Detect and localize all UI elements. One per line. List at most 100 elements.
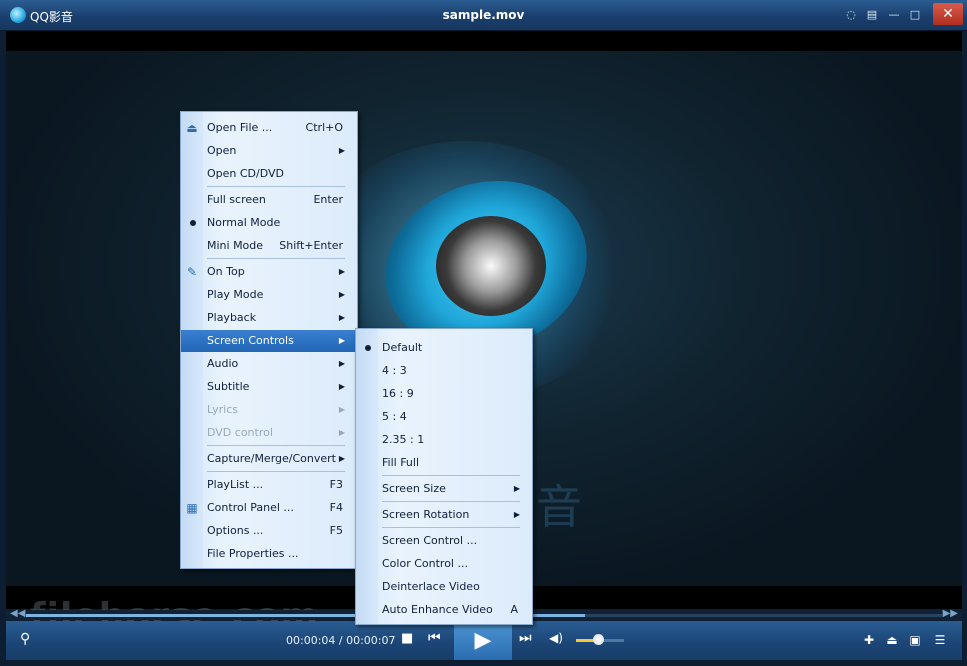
menu-item-label: Screen Control ... — [382, 534, 478, 547]
menu-item-label: 2.35 : 1 — [382, 433, 425, 446]
menu-item-playlist[interactable]: PlayList ... F3 — [181, 474, 355, 496]
submenu-arrow-icon: ▶ — [338, 428, 345, 437]
radio-checked-icon — [190, 220, 196, 226]
menu-item-shortcut: Shift+Enter — [279, 239, 343, 252]
reel-hub-image — [436, 216, 546, 316]
menu-item-subtitle[interactable]: Subtitle ▶ — [181, 376, 355, 398]
screen-controls-submenu: Default 4 : 3 16 : 9 5 : 4 2.35 : 1 Fill Full… — [355, 328, 533, 625]
volume-icon[interactable]: ◀) — [549, 631, 563, 645]
menu-item-dvd-control: DVD control ▶ — [181, 422, 355, 444]
menu-separator — [382, 527, 520, 528]
menu-item-play-mode[interactable]: Play Mode ▶ — [181, 284, 355, 306]
menu-item-control-panel[interactable]: ▦ Control Panel ... F4 — [181, 497, 355, 519]
submenu-arrow-icon: ▶ — [513, 510, 520, 519]
menu-item-mini-mode[interactable]: Mini Mode Shift+Enter — [181, 235, 355, 257]
window-title: sample.mov — [442, 8, 525, 22]
footprint-icon[interactable]: ⚲ — [20, 631, 30, 647]
menu-item-playback[interactable]: Playback ▶ — [181, 307, 355, 329]
menu-item-16-9[interactable]: 16 : 9 — [356, 383, 530, 405]
chat-icon[interactable]: ◌ — [842, 6, 860, 24]
menu-item-label: Subtitle — [207, 380, 250, 393]
maximize-icon[interactable]: □ — [906, 6, 924, 24]
menu-separator — [207, 186, 345, 187]
seek-forward-icon[interactable]: ▶▶ — [943, 608, 958, 619]
menu-item-normal-mode[interactable]: Normal Mode — [181, 212, 355, 234]
menu-separator — [382, 501, 520, 502]
letterbox-top — [6, 31, 962, 51]
menu-item-label: Normal Mode — [207, 216, 281, 229]
menu-item-label: Screen Rotation — [382, 508, 470, 521]
menu-item-label: Screen Size — [382, 482, 446, 495]
time-display: 00:00:04 / 00:00:07 — [286, 634, 396, 647]
menu-item-2-35-1[interactable]: 2.35 : 1 — [356, 429, 530, 451]
playlist-icon[interactable]: ☰ — [931, 631, 949, 649]
menu-item-shortcut: F5 — [329, 524, 343, 537]
menu-item-screen-controls[interactable]: Screen Controls ▶ — [181, 330, 355, 352]
menu-item-screen-size[interactable]: Screen Size ▶ — [356, 478, 530, 500]
menu-item-screen-control[interactable]: Screen Control ... — [356, 530, 530, 552]
menu-item-label: Open CD/DVD — [207, 167, 285, 180]
menu-item-auto-enhance-video[interactable]: Auto Enhance Video A — [356, 599, 530, 621]
close-icon[interactable]: ✕ — [933, 3, 963, 25]
menu-item-label: Deinterlace Video — [382, 580, 480, 593]
screenshot-icon[interactable]: ▣ — [906, 631, 924, 649]
menu-item-5-4[interactable]: 5 : 4 — [356, 406, 530, 428]
menu-item-options[interactable]: Options ... F5 — [181, 520, 355, 542]
menu-item-default[interactable]: Default — [356, 337, 530, 359]
menu-item-label: 16 : 9 — [382, 387, 414, 400]
menu-separator — [207, 258, 345, 259]
menu-item-label: 4 : 3 — [382, 364, 407, 377]
eject-icon[interactable]: ⏏ — [883, 631, 901, 649]
menu-item-label: Control Panel ... — [207, 501, 294, 514]
menu-item-label: On Top — [207, 265, 245, 278]
next-button[interactable]: ⏭ — [519, 630, 532, 646]
menu-item-open-cd-dvd[interactable]: Open CD/DVD — [181, 163, 355, 185]
skin-icon[interactable]: ▤ — [863, 6, 881, 24]
submenu-arrow-icon: ▶ — [338, 454, 345, 463]
menu-item-audio[interactable]: Audio ▶ — [181, 353, 355, 375]
menu-item-shortcut: Enter — [313, 193, 343, 206]
tools-icon[interactable]: ✚ — [860, 631, 878, 649]
menu-item-open[interactable]: Open ▶ — [181, 140, 355, 162]
menu-item-4-3[interactable]: 4 : 3 — [356, 360, 530, 382]
menu-item-on-top[interactable]: ✎ On Top ▶ — [181, 261, 355, 283]
seek-back-icon[interactable]: ◀◀ — [10, 608, 25, 619]
menu-item-deinterlace-video[interactable]: Deinterlace Video — [356, 576, 530, 598]
menu-item-label: Playback — [207, 311, 257, 324]
menu-item-file-properties[interactable]: File Properties ... — [181, 543, 355, 565]
menu-item-label: Play Mode — [207, 288, 264, 301]
menu-item-label: Lyrics — [207, 403, 238, 416]
submenu-arrow-icon: ▶ — [338, 382, 345, 391]
previous-button[interactable]: ⏮ — [428, 630, 441, 646]
menu-item-fill-full[interactable]: Fill Full — [356, 452, 530, 474]
menu-item-label: File Properties ... — [207, 547, 299, 560]
eject-icon: ⏏ — [186, 121, 198, 135]
submenu-arrow-icon: ▶ — [338, 313, 345, 322]
menu-item-label: Fill Full — [382, 456, 420, 469]
menu-item-color-control[interactable]: Color Control ... — [356, 553, 530, 575]
menu-item-label: Color Control ... — [382, 557, 468, 570]
menu-item-capture-merge-convert[interactable]: Capture/Merge/Convert ▶ — [181, 448, 355, 470]
menu-separator — [207, 445, 345, 446]
menu-separator — [207, 471, 345, 472]
menu-item-shortcut: A — [510, 603, 518, 616]
submenu-arrow-icon: ▶ — [338, 359, 345, 368]
menu-item-full-screen[interactable]: Full screen Enter — [181, 189, 355, 211]
backdrop-character: 音 — [536, 480, 582, 534]
play-button[interactable]: ▶ — [454, 621, 512, 660]
radio-checked-icon — [365, 345, 371, 351]
stop-button[interactable]: ■ — [401, 631, 413, 646]
menu-item-label: Default — [382, 341, 423, 354]
menu-item-shortcut: F4 — [329, 501, 343, 514]
menu-item-open-file[interactable]: ⏏ Open File ... Ctrl+O — [181, 117, 355, 139]
control-panel-icon: ▦ — [186, 501, 198, 515]
menu-item-label: Auto Enhance Video — [382, 603, 493, 616]
menu-item-screen-rotation[interactable]: Screen Rotation ▶ — [356, 504, 530, 526]
control-bar: ⚲ 00:00:04 / 00:00:07 ■ ⏮ ▶ ⏭ ◀) ✚ ⏏ ▣ ☰ — [6, 621, 962, 660]
submenu-arrow-icon: ▶ — [338, 336, 345, 345]
submenu-arrow-icon: ▶ — [338, 405, 345, 414]
volume-slider-handle[interactable] — [592, 634, 604, 645]
minimize-icon[interactable]: — — [885, 6, 903, 24]
title-bar[interactable]: QQ影音 sample.mov ◌ ▤ — □ ✕ — [0, 0, 967, 31]
submenu-arrow-icon: ▶ — [513, 484, 520, 493]
